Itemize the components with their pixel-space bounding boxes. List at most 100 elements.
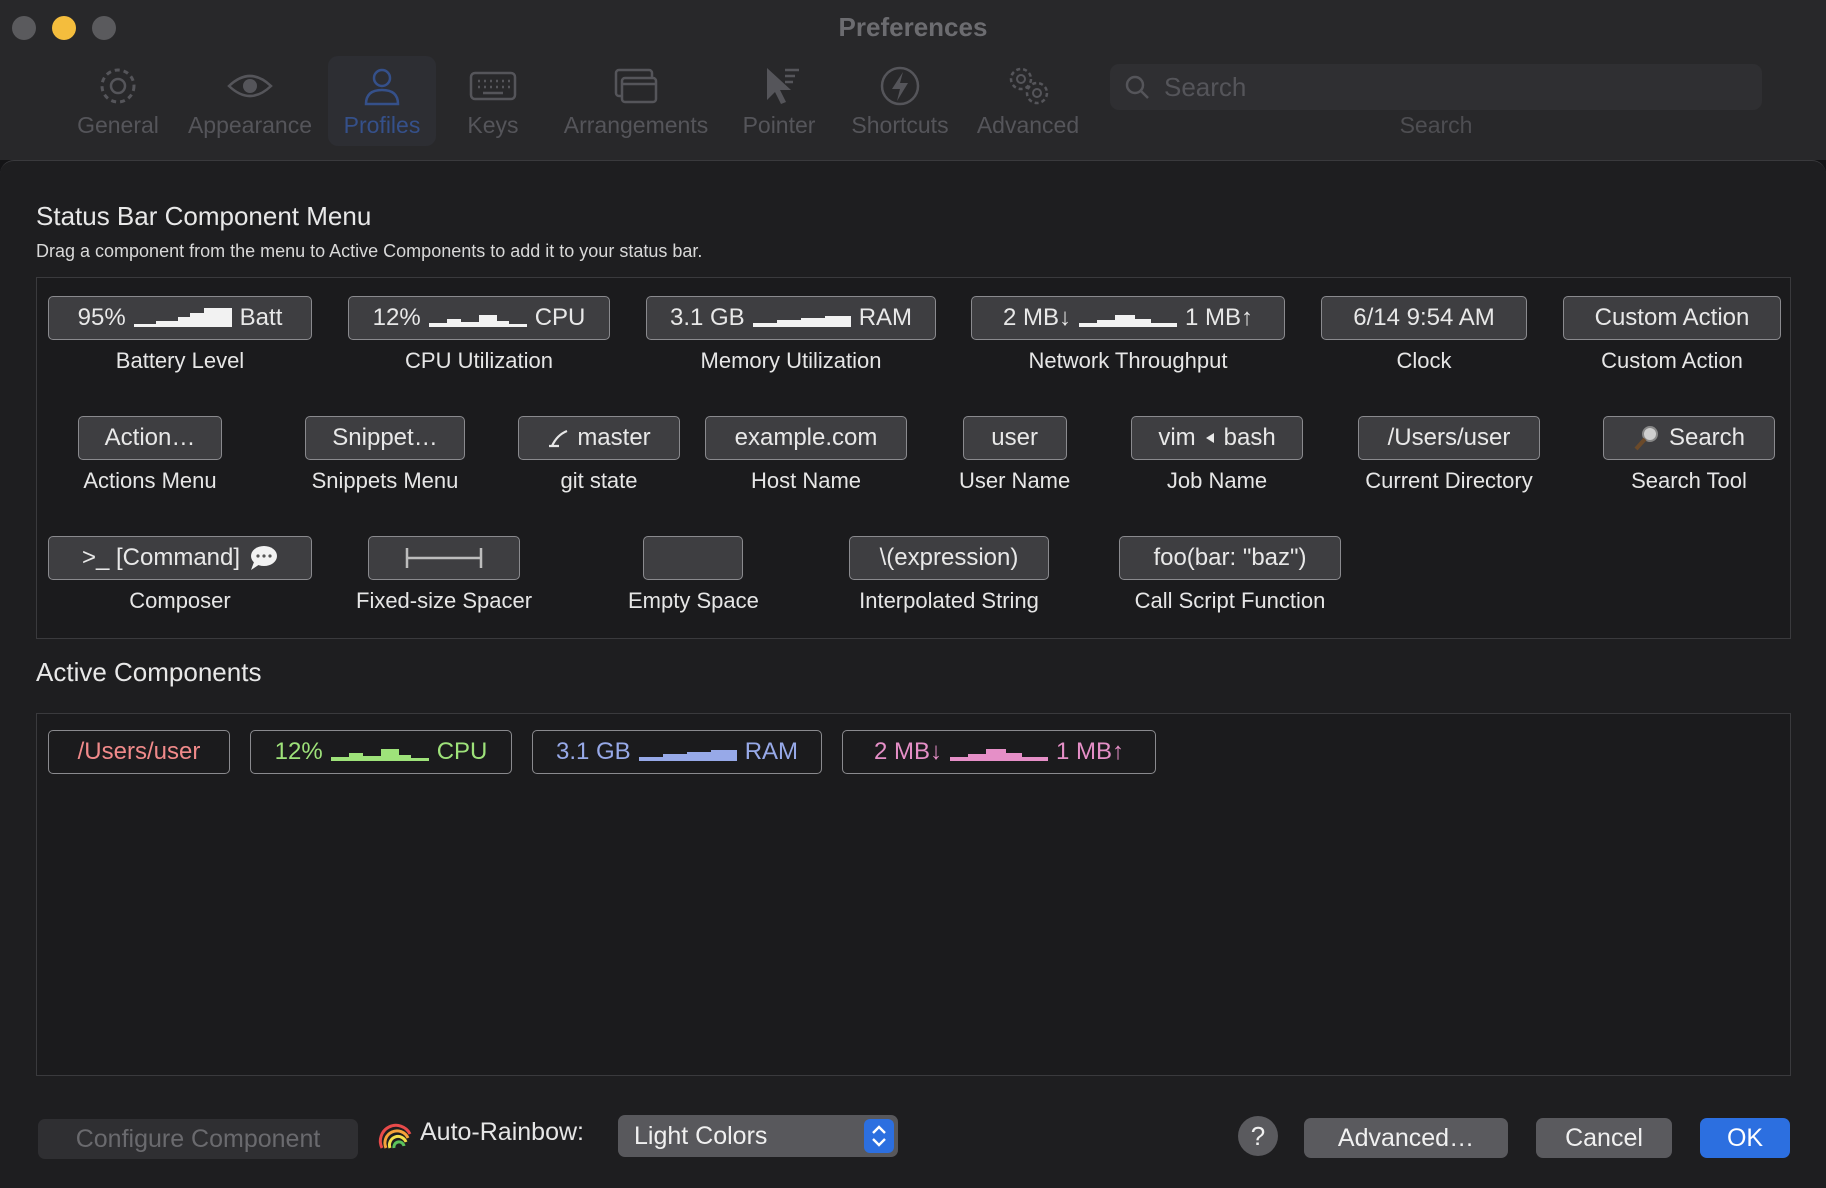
chip-value: 2 MB↓	[1002, 304, 1071, 331]
component-fixed-spacer[interactable]: Fixed-size Spacer	[356, 536, 532, 614]
person-icon	[364, 68, 400, 106]
component-menu: 95% Batt Battery Level 12% CPU CPU Utili…	[36, 277, 1791, 639]
menu-section-description: Drag a component from the menu to Active…	[36, 241, 703, 261]
component-label: Network Throughput	[1028, 348, 1228, 373]
network-sparkline	[1079, 307, 1177, 329]
component-job-name[interactable]: vim bash Job Name	[1131, 416, 1303, 494]
status-bar-sheet: Status Bar Component Menu Drag a compone…	[0, 160, 1826, 1188]
component-label: Search Tool	[1631, 468, 1747, 493]
component-cpu[interactable]: 12% CPU CPU Utilization	[348, 296, 610, 374]
fixed-width-icon	[405, 548, 483, 568]
chip-value: 2 MB↓	[873, 738, 942, 765]
component-label: Snippets Menu	[311, 468, 459, 493]
auto-rainbow-select[interactable]: Light Colors	[618, 1115, 898, 1157]
active-component-memory[interactable]: 3.1 GB RAM	[532, 730, 822, 774]
tab-arrangements[interactable]: Arrangements	[556, 56, 716, 146]
chip-value: Search	[1668, 424, 1746, 451]
component-memory[interactable]: 3.1 GB RAM Memory Utilization	[646, 296, 936, 374]
window-title: Preferences	[838, 12, 988, 42]
component-empty-space[interactable]: Empty Space	[628, 536, 759, 614]
tab-general[interactable]: General	[70, 56, 166, 146]
component-chip: /Users/user	[1358, 416, 1540, 460]
search-input[interactable]	[1164, 68, 1744, 106]
network-sparkline	[950, 741, 1048, 763]
chip-value: 12%	[372, 304, 421, 331]
component-chip: foo(bar: "baz")	[1119, 536, 1341, 580]
tab-keys[interactable]: Keys	[450, 56, 536, 146]
cancel-button[interactable]: Cancel	[1536, 1118, 1672, 1158]
cpu-sparkline	[428, 307, 527, 329]
gears-icon	[1009, 67, 1049, 105]
eye-icon	[227, 74, 273, 98]
branch-icon	[549, 429, 568, 448]
component-chip: >_ [Command]	[48, 536, 312, 580]
tab-shortcuts[interactable]: Shortcuts	[840, 56, 960, 146]
search-field[interactable]	[1110, 64, 1762, 110]
search-icon	[1125, 75, 1149, 99]
component-network[interactable]: 2 MB↓ 1 MB↑ Network Throughput	[971, 296, 1285, 374]
tab-appearance[interactable]: Appearance	[180, 56, 320, 146]
component-label: Battery Level	[115, 348, 245, 373]
chip-value: /Users/user	[77, 738, 201, 765]
configure-component-button[interactable]: Configure Component	[38, 1119, 358, 1159]
tab-label: General	[77, 112, 159, 138]
chip-value: >_ [Command]	[81, 544, 241, 571]
component-label: Fixed-size Spacer	[356, 588, 533, 613]
component-snippets-menu[interactable]: Snippet… Snippets Menu	[305, 416, 465, 494]
chip-unit: 1 MB↑	[1056, 738, 1125, 765]
component-label: CPU Utilization	[405, 348, 553, 373]
menu-section-title: Status Bar Component Menu	[36, 201, 372, 231]
battery-sparkline	[133, 307, 232, 329]
chip-value: bash	[1223, 424, 1276, 451]
component-chip	[368, 536, 521, 580]
memory-sparkline	[638, 741, 737, 763]
active-components: /Users/user 12% CPU 3.1 GB RAM 2 MB↓ 1 M…	[36, 713, 1791, 1076]
component-chip: 12% CPU	[348, 296, 610, 340]
chip-unit: CPU	[534, 304, 586, 331]
component-search-tool[interactable]: Search Search Tool	[1603, 416, 1775, 494]
component-label: Interpolated String	[859, 588, 1039, 613]
component-composer[interactable]: >_ [Command] Composer	[48, 536, 312, 614]
tab-label: Arrangements	[563, 112, 709, 138]
active-section-title: Active Components	[36, 657, 262, 687]
help-button[interactable]: ?	[1238, 1116, 1278, 1156]
component-label: Clock	[1396, 348, 1452, 373]
component-label: User Name	[959, 468, 1071, 493]
advanced-button[interactable]: Advanced…	[1304, 1118, 1508, 1158]
component-call-script-function[interactable]: foo(bar: "baz") Call Script Function	[1119, 536, 1341, 614]
active-component-cpu[interactable]: 12% CPU	[250, 730, 512, 774]
rainbow-icon	[378, 1123, 412, 1149]
component-interpolated-string[interactable]: \(expression) Interpolated String	[849, 536, 1049, 614]
component-label: Custom Action	[1601, 348, 1743, 373]
tab-profiles[interactable]: Profiles	[328, 56, 436, 146]
tab-label: Advanced	[976, 112, 1080, 138]
chip-value: 3.1 GB	[669, 304, 745, 331]
component-label: Memory Utilization	[700, 348, 882, 373]
component-chip: master	[518, 416, 680, 460]
ok-button[interactable]: OK	[1700, 1118, 1790, 1158]
component-label: Job Name	[1166, 468, 1268, 493]
component-current-directory[interactable]: /Users/user Current Directory	[1358, 416, 1540, 494]
component-chip: Action…	[78, 416, 222, 460]
active-component-directory[interactable]: /Users/user	[48, 730, 230, 774]
tab-label: Pointer	[742, 112, 816, 138]
tab-advanced[interactable]: Advanced	[972, 56, 1084, 146]
component-chip: 2 MB↓ 1 MB↑	[971, 296, 1285, 340]
select-value: Light Colors	[634, 1121, 768, 1150]
component-host-name[interactable]: example.com Host Name	[705, 416, 907, 494]
component-chip: user	[962, 416, 1067, 460]
component-actions-menu[interactable]: Action… Actions Menu	[78, 416, 222, 494]
tab-label: Appearance	[187, 112, 313, 138]
tab-pointer[interactable]: Pointer	[734, 56, 824, 146]
component-label: Empty Space	[628, 588, 759, 613]
active-component-network[interactable]: 2 MB↓ 1 MB↑	[842, 730, 1156, 774]
component-user-name[interactable]: user User Name	[959, 416, 1070, 494]
component-clock[interactable]: 6/14 9:54 AM Clock	[1321, 296, 1527, 374]
component-git-state[interactable]: master git state	[518, 416, 680, 494]
component-battery[interactable]: 95% Batt Battery Level	[48, 296, 312, 374]
bolt-icon	[880, 66, 920, 106]
chip-unit: RAM	[744, 738, 799, 765]
gear-icon	[100, 68, 136, 104]
tab-label: Profiles	[343, 112, 421, 138]
component-custom-action[interactable]: Custom Action Custom Action	[1563, 296, 1781, 374]
